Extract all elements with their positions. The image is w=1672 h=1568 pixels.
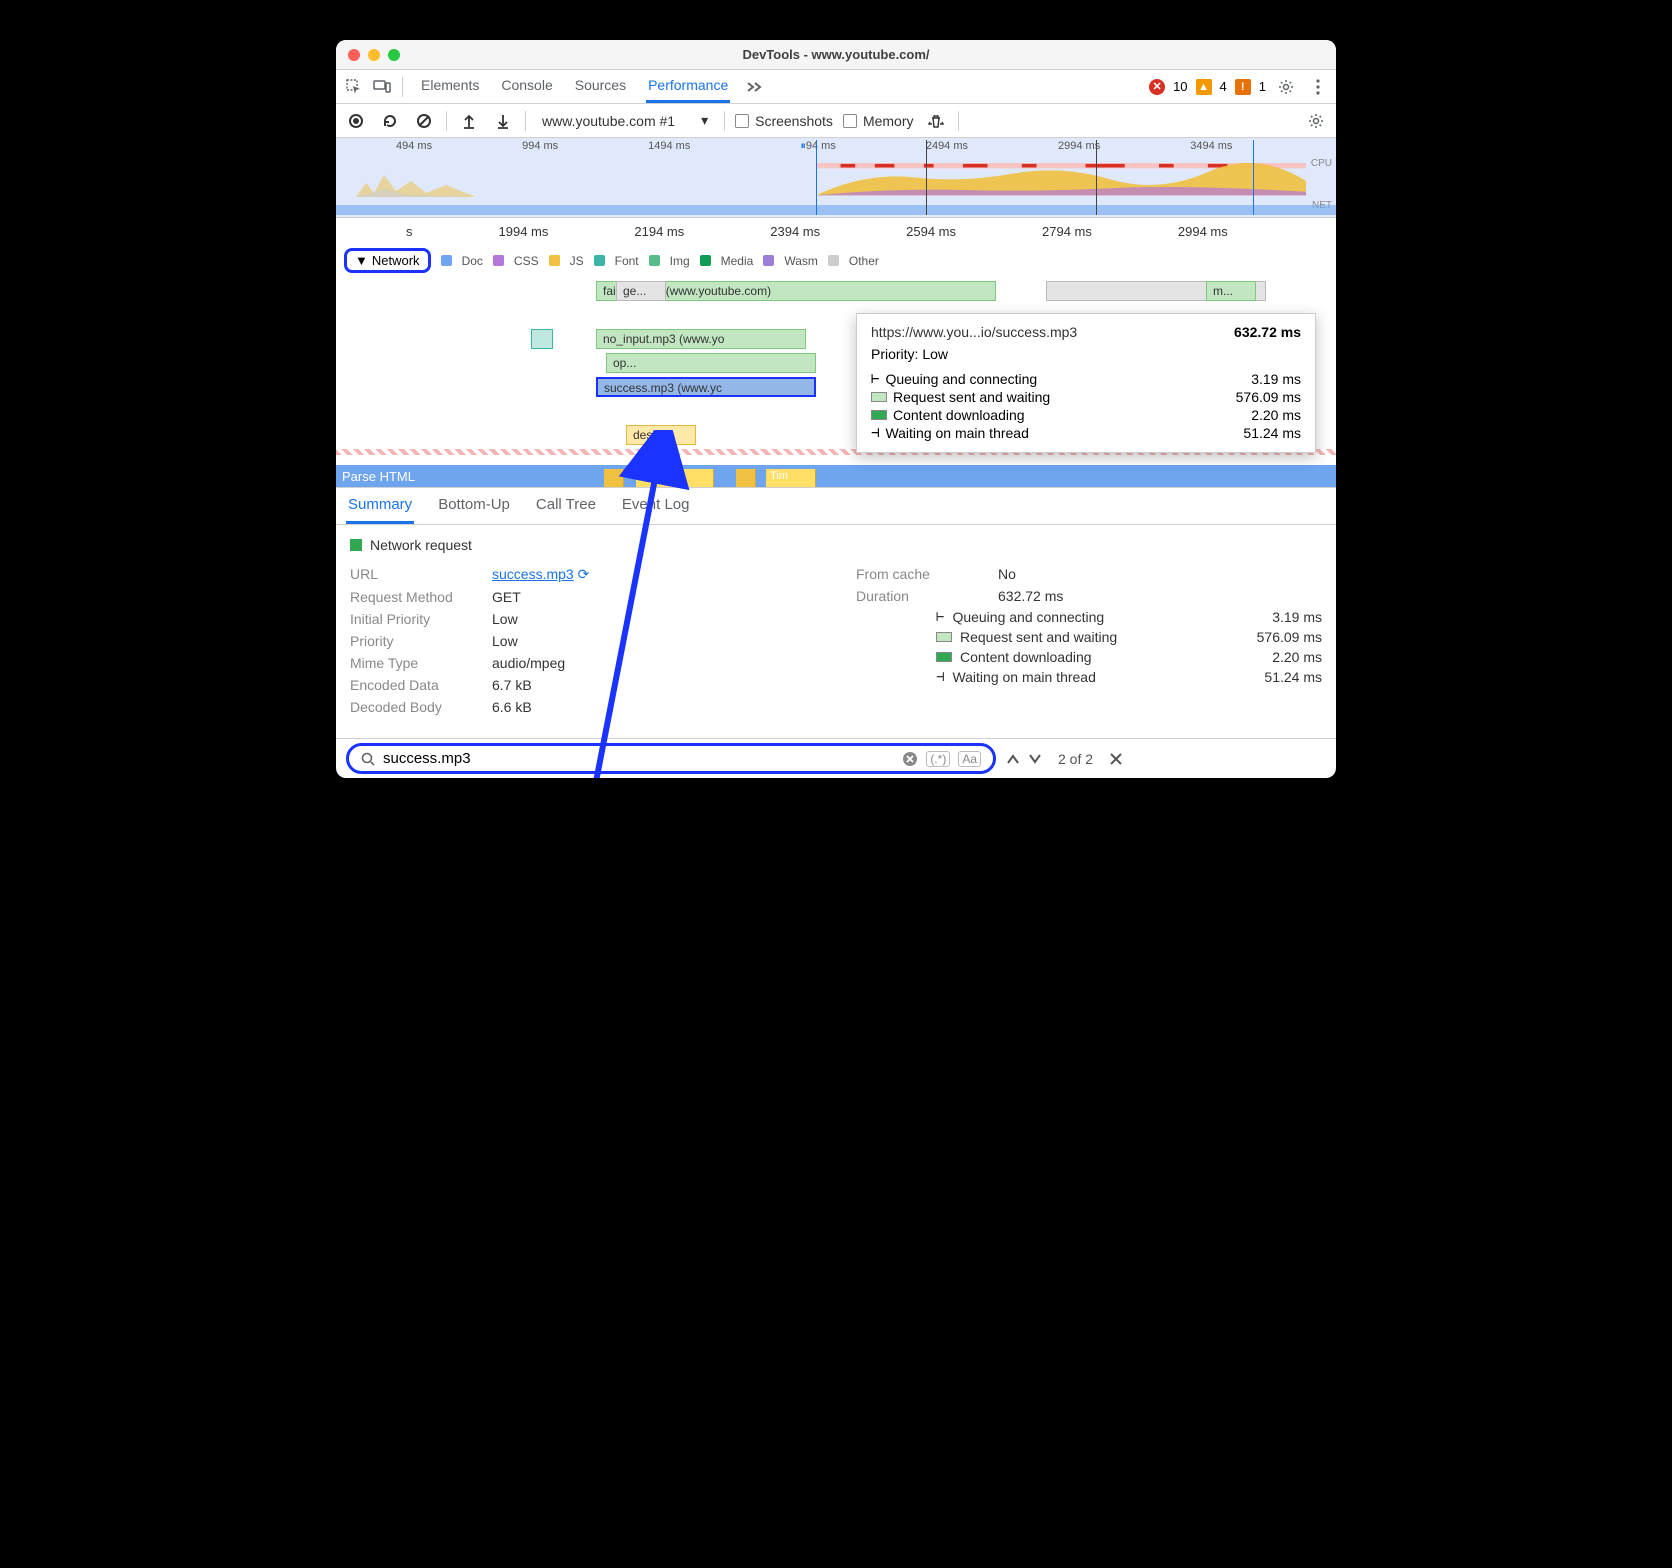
settings-icon[interactable] — [1274, 75, 1298, 99]
search-close-icon[interactable] — [1109, 752, 1123, 766]
performance-toolbar: www.youtube.com #1 ▾ Screenshots Memory — [336, 104, 1336, 138]
tooltip-priority: Priority: Low — [871, 346, 1301, 362]
device-icon[interactable] — [370, 75, 394, 99]
hover-tooltip: https://www.you...io/success.mp3 632.72 … — [856, 313, 1316, 453]
upload-icon[interactable] — [457, 109, 481, 133]
search-bar: (.*) Aa 2 of 2 — [336, 738, 1336, 778]
url-link[interactable]: success.mp3 — [492, 566, 574, 582]
flame-firack[interactable]: Fir...ack — [636, 469, 714, 487]
bar-noinput[interactable]: no_input.mp3 (www.yo — [596, 329, 806, 349]
devtools-window: DevTools - www.youtube.com/ Elements Con… — [336, 40, 1336, 778]
capture-settings-icon[interactable] — [1304, 109, 1328, 133]
cpu-wave-left — [356, 163, 476, 199]
issue-count: 1 — [1259, 79, 1266, 94]
gc-icon[interactable] — [924, 109, 948, 133]
network-track-header: ▼ Network Doc CSS JS Font Img Media Wasm… — [336, 244, 1336, 277]
more-tabs-icon[interactable] — [742, 75, 766, 99]
bar-font[interactable] — [531, 329, 553, 349]
bar-ge[interactable]: ge... — [616, 281, 666, 301]
detail-left: URLsuccess.mp3 ⟳ Request MethodGET Initi… — [350, 563, 816, 718]
panel-tabs: Elements Console Sources Performance — [419, 70, 730, 103]
tooltip-url: https://www.you...io/success.mp3 — [871, 324, 1077, 340]
regex-toggle[interactable]: (.*) — [926, 751, 950, 767]
search-prev-icon[interactable] — [1006, 753, 1020, 765]
error-icon[interactable]: ✕ — [1149, 79, 1165, 95]
record-icon[interactable] — [344, 109, 368, 133]
bar-m[interactable]: m... — [1206, 281, 1256, 301]
issue-icon[interactable]: ! — [1235, 79, 1251, 95]
screenshots-checkbox[interactable]: Screenshots — [735, 113, 833, 129]
clear-search-icon[interactable] — [902, 751, 918, 767]
flame-chart[interactable]: s 1994 ms2194 ms2394 ms2594 ms2794 ms299… — [336, 218, 1336, 488]
warning-icon[interactable]: ▲ — [1196, 79, 1212, 95]
search-field[interactable]: (.*) Aa — [346, 743, 996, 774]
tab-performance[interactable]: Performance — [646, 70, 730, 103]
titlebar: DevTools - www.youtube.com/ — [336, 40, 1336, 70]
tooltip-rows: ⊢Queuing and connecting3.19 ms Request s… — [871, 370, 1301, 442]
summary-panel: Network request URLsuccess.mp3 ⟳ Request… — [336, 525, 1336, 738]
open-icon[interactable]: ⟳ — [578, 566, 590, 582]
cpu-label: CPU — [1311, 158, 1332, 169]
search-icon — [361, 752, 375, 766]
more-icon[interactable] — [1306, 75, 1330, 99]
bar-success[interactable]: success.mp3 (www.yc — [596, 377, 816, 397]
tab-bottomup[interactable]: Bottom-Up — [436, 488, 512, 524]
detail-tabs: Summary Bottom-Up Call Tree Event Log — [336, 488, 1336, 525]
recording-label: www.youtube.com #1 — [542, 113, 675, 129]
status-badges: ✕ 10 ▲ 4 ! 1 — [1149, 75, 1330, 99]
detail-right: From cacheNo Duration632.72 ms ⊢Queuing … — [856, 563, 1322, 718]
overview-netbar — [336, 205, 1336, 215]
warning-count: 4 — [1220, 79, 1227, 94]
search-next-icon[interactable] — [1028, 753, 1042, 765]
network-section-toggle[interactable]: ▼ Network — [344, 248, 431, 273]
window-title: DevTools - www.youtube.com/ — [336, 47, 1336, 62]
tab-console[interactable]: Console — [499, 70, 554, 103]
overview-ticks: 494 ms994 ms1494 ms ⏸94 ms 2494 ms2994 m… — [336, 138, 1336, 153]
search-count: 2 of 2 — [1058, 751, 1093, 767]
main-toolbar: Elements Console Sources Performance ✕ 1… — [336, 70, 1336, 104]
flame-ticks: s 1994 ms2194 ms2394 ms2594 ms2794 ms299… — [336, 218, 1336, 244]
cpu-wave — [816, 163, 1306, 199]
flame-tim[interactable]: Tim — [766, 469, 816, 487]
error-count: 10 — [1173, 79, 1187, 94]
tab-summary[interactable]: Summary — [346, 488, 414, 524]
search-input[interactable] — [383, 750, 894, 767]
tab-eventlog[interactable]: Event Log — [620, 488, 692, 524]
tooltip-duration: 632.72 ms — [1234, 324, 1301, 340]
detail-heading: Network request — [350, 537, 1322, 553]
clear-icon[interactable] — [412, 109, 436, 133]
bar-desk[interactable]: desk — [626, 425, 696, 445]
overview-timeline[interactable]: 494 ms994 ms1494 ms ⏸94 ms 2494 ms2994 m… — [336, 138, 1336, 218]
recording-dropdown[interactable]: www.youtube.com #1 ▾ — [536, 110, 714, 131]
reload-icon[interactable] — [378, 109, 402, 133]
bar-op[interactable]: op... — [606, 353, 816, 373]
parse-html-row[interactable]: Parse HTML Fir...ack Tim — [336, 465, 1336, 487]
case-toggle[interactable]: Aa — [958, 751, 981, 767]
download-icon[interactable] — [491, 109, 515, 133]
memory-checkbox[interactable]: Memory — [843, 113, 914, 129]
tab-calltree[interactable]: Call Tree — [534, 488, 598, 524]
tab-elements[interactable]: Elements — [419, 70, 481, 103]
tab-sources[interactable]: Sources — [573, 70, 628, 103]
inspect-icon[interactable] — [342, 75, 366, 99]
